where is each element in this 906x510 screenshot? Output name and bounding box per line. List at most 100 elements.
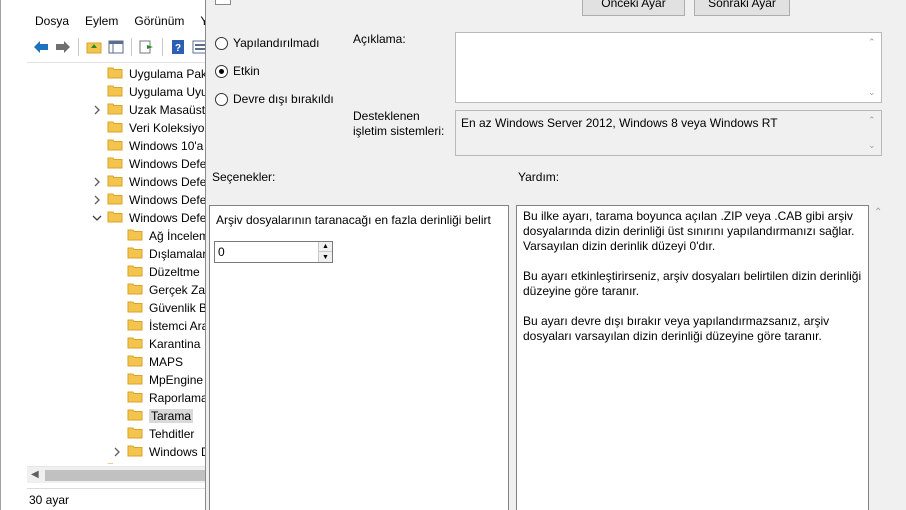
folder-icon (107, 156, 123, 172)
tree-item[interactable]: Dışlamalar (111, 245, 206, 263)
tree-item[interactable]: İstemci Ara (111, 317, 208, 335)
folder-icon (127, 282, 143, 298)
previous-setting-button[interactable]: Önceki Ayar (582, 0, 685, 16)
tree-item[interactable]: Windows Defe (91, 155, 206, 173)
tree-item[interactable]: MpEngine (111, 371, 203, 389)
back-button[interactable] (31, 37, 51, 57)
tree-item[interactable]: Ağ İncelem (111, 227, 209, 245)
folder-icon (107, 192, 123, 208)
policy-setting-dialog: Önceki Ayar Sonraki Ayar Yapılandırılmad… (205, 0, 906, 510)
tree-item-label: Ağ İncelem (149, 229, 210, 243)
tree-item[interactable]: Güvenlik Bi (111, 299, 210, 317)
tree-item[interactable]: Windows Defe (91, 191, 206, 209)
folder-icon (107, 66, 123, 82)
chevron-right-icon[interactable] (91, 104, 103, 116)
tree-item[interactable]: Windows 10'a (91, 137, 203, 155)
status-bar: 30 ayar (27, 488, 233, 510)
tree-item[interactable]: Gerçek Zan (111, 281, 212, 299)
spin-up-icon[interactable]: ▲ (319, 242, 332, 252)
scrollbar-thumb[interactable] (45, 470, 205, 481)
tree-item[interactable]: Windows Gü (91, 461, 197, 464)
chevron-right-icon[interactable] (111, 446, 123, 458)
radio-enabled-label: Etkin (233, 64, 260, 78)
radio-button-checked-icon[interactable] (215, 64, 228, 78)
radio-enabled[interactable]: Etkin (215, 62, 260, 80)
folder-icon (107, 210, 123, 226)
radio-not-configured[interactable]: Yapılandırılmadı (215, 34, 320, 52)
tree-item-label: Karantina (149, 337, 201, 351)
tree-item[interactable]: Uygulama Uyu (91, 83, 208, 101)
tree-item[interactable]: Karantina (111, 335, 200, 353)
show-hide-tree-button[interactable] (106, 37, 126, 57)
folder-icon (127, 336, 143, 352)
tree-item[interactable]: Düzeltme (111, 263, 200, 281)
menu-item-gorunum[interactable]: Görünüm (126, 14, 192, 28)
tree-item[interactable]: Raporlama (111, 389, 208, 407)
radio-button-icon[interactable] (215, 92, 228, 106)
policy-tree[interactable]: Uygulama Pak Uygulama Uyu Uzak Masaüstü Ver… (27, 62, 233, 464)
tree-item[interactable]: Windows Defe (91, 209, 206, 227)
folder-icon (127, 444, 143, 460)
scroll-left-icon[interactable]: ◀ (31, 469, 39, 480)
tree-item[interactable]: Veri Koleksiyon (91, 119, 211, 137)
tree-item-label: MAPS (149, 355, 184, 369)
toolbar-separator (78, 38, 79, 56)
tree-item[interactable]: Tarama (111, 407, 194, 425)
depth-spinbox[interactable]: 0 ▲ ▼ (214, 241, 333, 263)
chevron-right-icon[interactable] (91, 194, 103, 206)
tree-item[interactable]: Uygulama Pak (91, 65, 207, 83)
next-setting-button[interactable]: Sonraki Ayar (694, 0, 790, 16)
horizontal-scrollbar[interactable]: ◀ ▶ (27, 466, 233, 483)
tree-item[interactable]: Uzak Masaüstü (91, 101, 212, 119)
options-label: Seçenekler: (212, 170, 276, 184)
help-scrollbar[interactable]: ⌃ (870, 205, 887, 510)
tree-item-label: Tarama (149, 409, 194, 423)
tree-item[interactable]: Windows D (111, 443, 210, 461)
depth-value[interactable]: 0 (218, 245, 225, 259)
comment-scrollbar[interactable]: ⌃ ⌄ (864, 33, 881, 102)
scroll-down-icon[interactable]: ⌄ (868, 140, 876, 151)
scroll-up-icon[interactable]: ⌃ (868, 115, 876, 126)
folder-icon (127, 300, 143, 316)
supported-os-field: En az Windows Server 2012, Windows 8 vey… (455, 110, 882, 156)
chevron-down-icon[interactable] (91, 212, 103, 224)
tree-item[interactable]: Tehditler (111, 425, 194, 443)
tree-item-label: Tehditler (149, 427, 195, 441)
help-button[interactable]: ? (168, 37, 188, 57)
options-panel: Arşiv dosyalarının taranacağı en fazla d… (209, 205, 509, 510)
supported-os-scrollbar[interactable]: ⌃ ⌄ (864, 111, 881, 155)
spin-down-icon[interactable]: ▼ (319, 252, 332, 262)
radio-button-icon[interactable] (215, 36, 228, 50)
tree-item-label: Windows 10'a (129, 139, 204, 153)
folder-icon (127, 246, 143, 262)
tree-item-label: Dışlamalar (149, 247, 207, 261)
scroll-up-icon[interactable]: ⌃ (868, 37, 876, 48)
tree-item-label: Güvenlik Bi (149, 301, 210, 315)
folder-icon (127, 354, 143, 370)
radio-disabled[interactable]: Devre dışı bırakıldı (215, 90, 334, 108)
up-folder-button[interactable] (84, 37, 104, 57)
scroll-down-icon[interactable]: ⌄ (868, 87, 876, 98)
forward-button[interactable] (53, 37, 73, 57)
menu-item-eylem[interactable]: Eylem (77, 14, 126, 28)
tree-item-label: Düzeltme (149, 265, 200, 279)
tree-item-label: Uzak Masaüstü (129, 103, 212, 117)
tree-item[interactable]: MAPS (111, 353, 183, 371)
scroll-up-icon[interactable]: ⌃ (874, 207, 882, 218)
tree-item-label: Windows Defe (129, 193, 207, 207)
folder-icon (107, 138, 123, 154)
menu-item-dosya[interactable]: Dosya (27, 14, 77, 28)
folder-icon (107, 174, 123, 190)
tree-item-label: Raporlama (149, 391, 208, 405)
export-list-button[interactable] (137, 37, 157, 57)
comment-textarea[interactable]: ⌃ ⌄ (455, 32, 882, 103)
chevron-right-icon[interactable] (91, 176, 103, 188)
tree-item[interactable]: Windows Defe (91, 173, 206, 191)
